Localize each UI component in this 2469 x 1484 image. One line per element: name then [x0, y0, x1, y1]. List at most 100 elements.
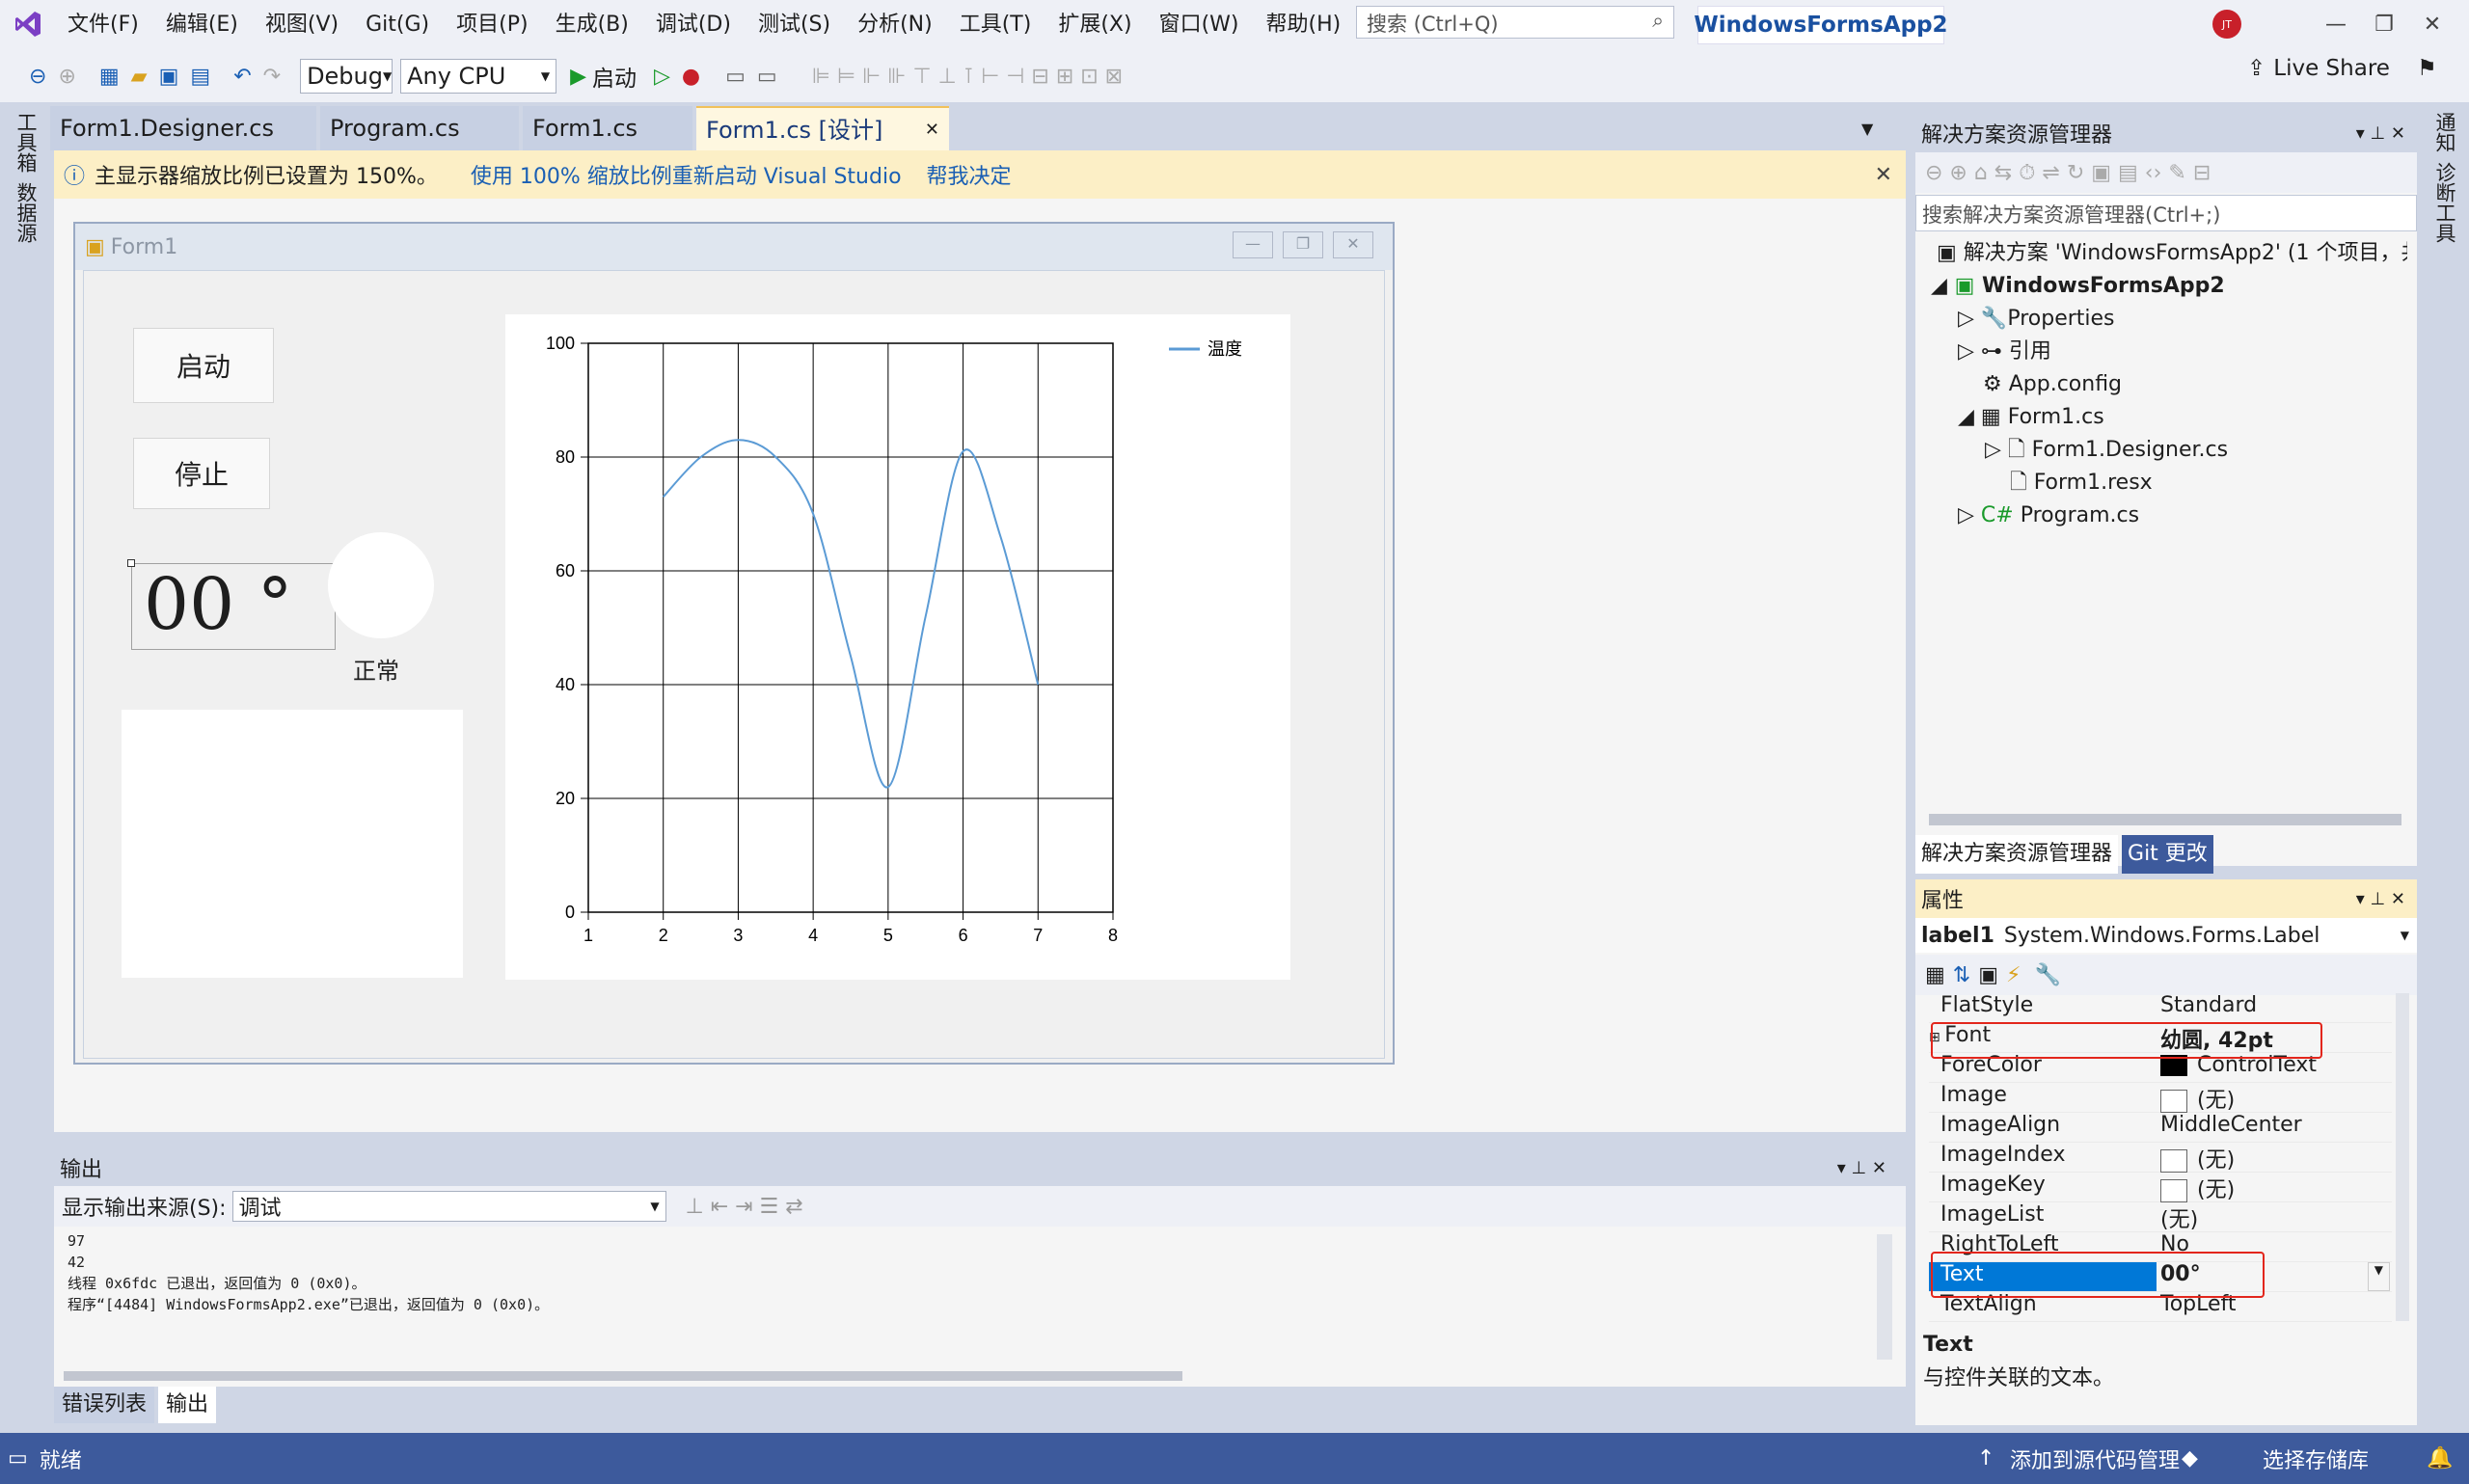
menu-help[interactable]: 帮助(H): [1252, 0, 1354, 50]
notifications-tab[interactable]: 通知: [2430, 112, 2459, 152]
tree-item-project[interactable]: ◢ ▣ WindowsFormsApp2: [1925, 270, 2407, 303]
plot-area: [587, 342, 1114, 913]
tree-item-form1-designer[interactable]: ▷ 🗋 Form1.Designer.cs: [1925, 434, 2407, 467]
tab-form1-design[interactable]: Form1.cs [设计] ✕: [696, 106, 949, 150]
menu-tools[interactable]: 工具(T): [946, 0, 1045, 50]
datasource-tab[interactable]: 数据源: [12, 182, 41, 243]
config-combo[interactable]: Debug ▼: [300, 59, 393, 94]
platform-combo[interactable]: Any CPU ▼: [400, 59, 557, 94]
avatar[interactable]: JT: [2212, 10, 2241, 39]
menu-build[interactable]: 生成(B): [542, 0, 642, 50]
menu-debug[interactable]: 调试(D): [642, 0, 745, 50]
help-decide-link[interactable]: 帮我决定: [927, 159, 1012, 190]
forward-icon[interactable]: ⊕: [58, 65, 75, 89]
feedback-icon[interactable]: ⚑: [2417, 56, 2437, 81]
temperature-chart[interactable]: 1 2 3 4 5 6 7 8 0 20 40 60 80 100 温度: [505, 314, 1290, 980]
csharp-file-icon: C#: [1980, 503, 2021, 527]
menu-file[interactable]: 文件(F): [54, 0, 152, 50]
tab-output[interactable]: 输出: [158, 1387, 217, 1423]
tree-label: Form1.resx: [2033, 471, 2153, 495]
tab-solution-explorer[interactable]: 解决方案资源管理器: [1915, 835, 2119, 874]
prop-row[interactable]: Image (无): [1929, 1083, 2392, 1113]
temperature-label[interactable]: 00 °: [131, 563, 336, 650]
prop-row[interactable]: FlatStyle Standard: [1929, 993, 2392, 1023]
live-share-button[interactable]: ⇪ Live Share ⚑: [2247, 56, 2437, 81]
select-repo-button[interactable]: 选择存储库: [2263, 1444, 2369, 1474]
properties-title: 属性: [1921, 889, 1965, 913]
start-button[interactable]: 启动: [592, 60, 637, 93]
tree-item-program[interactable]: ▷ C# Program.cs: [1925, 499, 2407, 532]
undo-icon[interactable]: ↶: [233, 65, 251, 89]
properties-icon[interactable]: ▣: [1978, 963, 1998, 987]
save-all-icon[interactable]: ▤: [190, 65, 210, 89]
align-icons[interactable]: ⊫ ⊨ ⊩ ⊪ ⊤ ⊥ ⊺ ⊢ ⊣ ⊟ ⊞ ⊡ ⊠: [812, 65, 1123, 89]
start-button[interactable]: 启动: [133, 328, 274, 403]
events-icon[interactable]: ⚡: [2006, 963, 2021, 987]
start-icon[interactable]: ▶: [570, 65, 586, 89]
stop-button[interactable]: 停止: [133, 438, 270, 509]
prop-name: ImageList: [1940, 1202, 2045, 1227]
chevron-down-icon[interactable]: ▼: [2367, 1262, 2390, 1291]
solution-search-input[interactable]: 搜索解决方案资源管理器(Ctrl+;): [1915, 195, 2417, 231]
browser-icon[interactable]: ▭: [725, 65, 746, 89]
search-input[interactable]: 搜索 (Ctrl+Q) ⌕: [1356, 6, 1674, 39]
add-source-control-button[interactable]: 添加到源代码管理: [2010, 1444, 2180, 1474]
back-icon[interactable]: ⊖: [29, 65, 46, 89]
panel-controls-icon[interactable]: ▾ ⊥ ✕: [2356, 123, 2405, 144]
alphabetical-icon[interactable]: ⇅: [1953, 963, 1970, 987]
menu-edit[interactable]: 编辑(E): [152, 0, 252, 50]
output-toolbar-icons[interactable]: ⊥ ⇤ ⇥ ☰ ⇄: [686, 1195, 803, 1219]
menu-test[interactable]: 测试(S): [745, 0, 844, 50]
tab-form1-designer[interactable]: Form1.Designer.cs: [50, 106, 316, 150]
se-hscrollbar[interactable]: [1929, 814, 2401, 825]
prop-row[interactable]: ImageIndex (无): [1929, 1143, 2392, 1173]
menu-view[interactable]: 视图(V): [252, 0, 352, 50]
menu-extensions[interactable]: 扩展(X): [1045, 0, 1145, 50]
tab-git-changes[interactable]: Git 更改: [2122, 835, 2213, 874]
tree-item-form1[interactable]: ◢ ▦ Form1.cs: [1925, 401, 2407, 434]
panel-controls-icon[interactable]: ▾ ⊥ ✕: [1837, 1158, 1886, 1178]
maximize-icon[interactable]: ❐: [2363, 8, 2405, 40]
redo-icon[interactable]: ↷: [263, 65, 281, 89]
close-icon[interactable]: ✕: [925, 108, 939, 150]
new-project-icon[interactable]: ▦: [99, 65, 120, 89]
tab-dropdown-icon[interactable]: ▼: [1861, 120, 1873, 138]
prop-row[interactable]: ImageKey (无): [1929, 1173, 2392, 1202]
output-source-select[interactable]: 调试 ▼: [231, 1191, 666, 1222]
tab-form1[interactable]: Form1.cs: [523, 106, 692, 150]
close-icon[interactable]: ✕: [2411, 8, 2454, 40]
tab-program[interactable]: Program.cs: [320, 106, 519, 150]
tree-item-form1-resx[interactable]: 🗋 Form1.resx: [1925, 467, 2407, 499]
prop-row[interactable]: ImageAlign MiddleCenter: [1929, 1113, 2392, 1143]
property-pages-icon[interactable]: 🔧: [2034, 963, 2060, 987]
save-icon[interactable]: ▣: [159, 65, 179, 89]
bell-icon[interactable]: 🔔: [2427, 1446, 2453, 1471]
tree-item-properties[interactable]: ▷ 🔧Properties: [1925, 303, 2407, 336]
menu-git[interactable]: Git(G): [352, 0, 443, 50]
menu-window[interactable]: 窗口(W): [1146, 0, 1253, 50]
close-icon[interactable]: ✕: [1875, 163, 1892, 187]
categorized-icon[interactable]: ▦: [1925, 963, 1945, 987]
minimize-icon[interactable]: —: [2315, 8, 2357, 40]
tree-item-references[interactable]: ▷ ⊶ 引用: [1925, 336, 2407, 368]
tab-error-list[interactable]: 错误列表: [54, 1387, 155, 1423]
diagnostics-tab[interactable]: 诊断工具: [2430, 162, 2459, 243]
prop-row[interactable]: ImageList (无): [1929, 1202, 2392, 1232]
menu-project[interactable]: 项目(P): [443, 0, 541, 50]
output-hscrollbar[interactable]: [64, 1371, 1182, 1381]
layout-icon[interactable]: ▭: [757, 65, 777, 89]
se-toolbar-icons[interactable]: ⊖ ⊕ ⌂ ⇆ ⏱ ⇌ ↻ ▣ ▤ ‹› ✎ ⊟: [1925, 161, 2211, 185]
output-vscrollbar[interactable]: [1877, 1234, 1892, 1360]
props-vscrollbar[interactable]: [2396, 993, 2409, 1321]
hot-reload-icon[interactable]: ●: [682, 65, 700, 89]
selection-handle[interactable]: [127, 559, 135, 567]
menu-analyze[interactable]: 分析(N): [844, 0, 946, 50]
tree-item-appconfig[interactable]: ⚙ App.config: [1925, 368, 2407, 401]
restart-link[interactable]: 使用 100% 缩放比例重新启动 Visual Studio: [471, 159, 902, 190]
panel-controls-icon[interactable]: ▾ ⊥ ✕: [2356, 889, 2405, 909]
start-without-debug-icon[interactable]: ▷: [654, 65, 670, 89]
tree-item-solution[interactable]: ▣ 解决方案 'WindowsFormsApp2' (1 个项目，共: [1925, 237, 2407, 270]
toolbox-tab[interactable]: 工具箱: [12, 112, 41, 173]
properties-object-select[interactable]: label1 System.Windows.Forms.Label ▼: [1915, 918, 2417, 953]
open-icon[interactable]: ▰: [131, 65, 148, 89]
